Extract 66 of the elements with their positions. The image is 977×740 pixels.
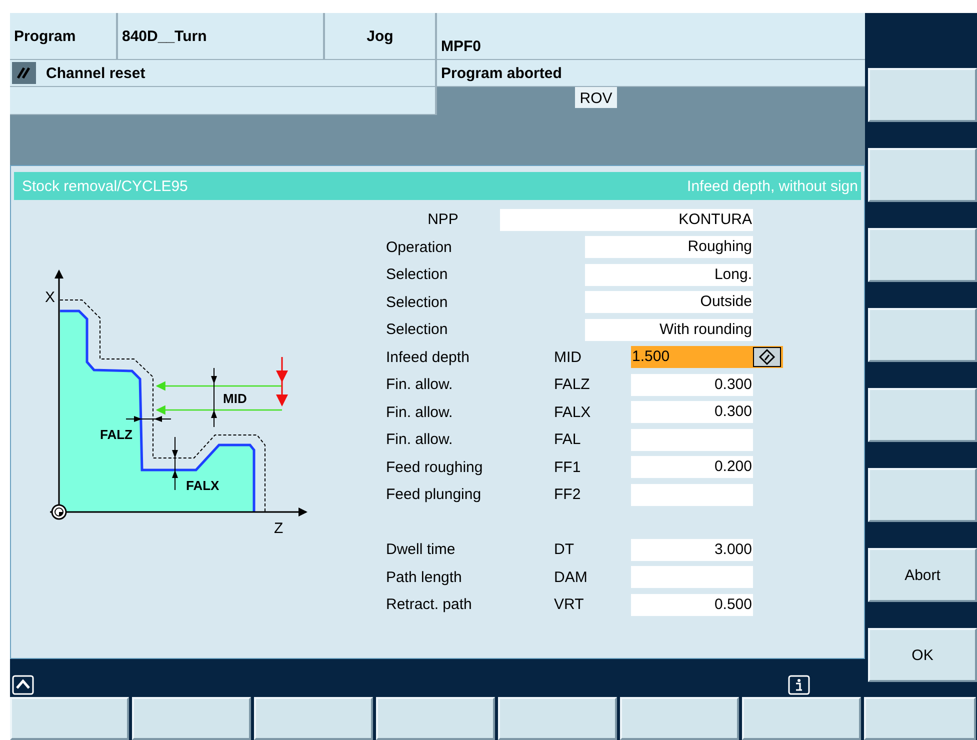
parameter-code: FF1	[554, 458, 582, 476]
parameter-code: FALZ	[554, 376, 591, 394]
field-label: Operation	[386, 238, 453, 256]
field-label: Selection	[386, 321, 449, 338]
input-field[interactable]: 0.500	[631, 594, 753, 616]
parameter-code: DT	[554, 541, 575, 558]
dimension-label: MID	[223, 391, 247, 406]
softkey[interactable]	[868, 308, 977, 362]
machine-name: 840D__Turn	[122, 28, 207, 44]
input-field[interactable]: Roughing	[585, 236, 753, 258]
field-label: Selection	[386, 266, 449, 284]
input-field[interactable]: 0.300	[631, 401, 753, 424]
input-field[interactable]	[631, 428, 753, 451]
softkey[interactable]	[376, 697, 495, 740]
field-label: Infeed depth	[386, 348, 470, 366]
parameter-code: DAM	[554, 568, 588, 586]
softkey[interactable]: Abort	[868, 548, 977, 602]
field-label: Fin. allow.	[386, 431, 454, 448]
dimension-label: FALX	[186, 478, 220, 493]
softkey[interactable]	[868, 148, 977, 202]
x-axis-label: X	[45, 289, 56, 306]
input-field[interactable]: KONTURA	[500, 208, 753, 231]
softkey[interactable]: OK	[868, 628, 977, 682]
softkey[interactable]	[868, 468, 977, 522]
field-label: Path length	[386, 568, 463, 586]
override-indicator: ROV	[574, 87, 618, 108]
z-axis-label: Z	[274, 520, 284, 537]
softkey[interactable]	[254, 697, 373, 740]
info-icon[interactable]	[788, 675, 810, 695]
dialog-title: Stock removal/CYCLE95	[22, 178, 188, 194]
softkey[interactable]	[868, 68, 977, 122]
field-label: Retract. path	[386, 596, 473, 614]
parameter-code: FAL	[554, 431, 582, 448]
field-label: NPP	[428, 211, 458, 228]
input-field[interactable]	[631, 566, 753, 588]
edit-icon[interactable]	[753, 347, 781, 368]
input-field[interactable]	[631, 484, 753, 506]
input-field[interactable]: 0.300	[631, 374, 753, 396]
field-label: Feed plunging	[386, 486, 482, 504]
field-hint: Infeed depth, without sign	[687, 178, 858, 194]
operating-mode: Jog	[366, 28, 394, 44]
field-label: Feed roughing	[386, 458, 484, 476]
reset-icon	[12, 62, 36, 84]
input-field[interactable]: Outside	[585, 291, 753, 314]
field-label: Fin. allow.	[386, 376, 454, 394]
scroll-up-icon[interactable]	[12, 675, 34, 695]
softkey[interactable]	[868, 388, 977, 442]
field-label: Fin. allow.	[386, 404, 454, 421]
parameter-code: VRT	[554, 596, 585, 614]
softkey[interactable]	[868, 228, 977, 282]
input-field[interactable]: 1.500	[631, 346, 753, 368]
parameter-code: MID	[554, 348, 582, 366]
softkey[interactable]	[132, 697, 251, 740]
field-label: Dwell time	[386, 541, 456, 558]
parameter-code: FALX	[554, 404, 592, 421]
parameter-code: FF2	[554, 486, 582, 504]
area-label: Program	[14, 28, 76, 44]
input-field[interactable]: With rounding	[585, 318, 753, 341]
input-field[interactable]: 0.200	[631, 456, 753, 478]
channel-status: Channel reset	[46, 64, 146, 82]
input-field[interactable]: Long.	[585, 264, 753, 286]
field-label: Selection	[386, 294, 449, 311]
input-field[interactable]: 3.000	[631, 538, 753, 561]
program-name: MPF0	[441, 38, 482, 55]
program-status: Program aborted	[441, 64, 562, 82]
dimension-label: FALZ	[100, 427, 132, 442]
